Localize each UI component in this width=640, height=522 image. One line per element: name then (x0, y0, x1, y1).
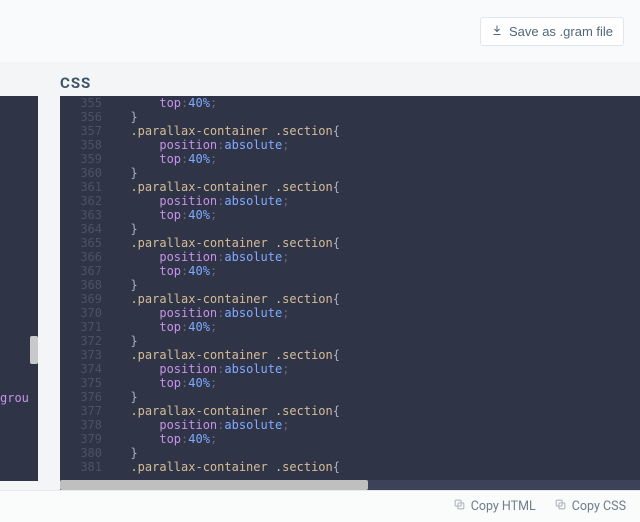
line-number: 370 (60, 306, 102, 320)
line-number: 356 (60, 110, 102, 124)
section-title-css: CSS (60, 74, 91, 92)
line-number: 375 (60, 376, 102, 390)
line-number: 368 (60, 278, 102, 292)
code-line: top:40%; (116, 376, 640, 390)
download-icon (491, 24, 503, 39)
line-number: 380 (60, 446, 102, 460)
left-panel-partial-text: grou (0, 391, 29, 405)
code-line: top:40%; (116, 320, 640, 334)
line-number: 369 (60, 292, 102, 306)
code-line: position:absolute; (116, 250, 640, 264)
code-line: top:40%; (116, 264, 640, 278)
code-line: } (116, 166, 640, 180)
copy-html-button[interactable]: Copy HTML (453, 498, 536, 515)
copy-css-label: Copy CSS (572, 499, 626, 514)
line-number: 362 (60, 194, 102, 208)
copy-html-label: Copy HTML (471, 499, 536, 514)
left-panel-scrollbar-thumb[interactable] (30, 336, 38, 364)
line-number: 358 (60, 138, 102, 152)
line-number: 373 (60, 348, 102, 362)
code-line: } (116, 446, 640, 460)
line-number: 355 (60, 96, 102, 110)
code-line: .parallax-container .section{ (116, 460, 640, 474)
line-number: 372 (60, 334, 102, 348)
code-line: .parallax-container .section{ (116, 124, 640, 138)
code-line: top:40%; (116, 152, 640, 166)
code-line: .parallax-container .section{ (116, 292, 640, 306)
code-line: top:40%; (116, 432, 640, 446)
code-line: top:40%; (116, 208, 640, 222)
code-line: .parallax-container .section{ (116, 236, 640, 250)
copy-icon (453, 498, 466, 515)
h-scroll-thumb[interactable] (60, 480, 368, 490)
top-toolbar: Save as .gram file (0, 0, 640, 62)
save-gram-button[interactable]: Save as .gram file (480, 17, 624, 46)
line-number: 363 (60, 208, 102, 222)
code-line: position:absolute; (116, 306, 640, 320)
code-line: top:40%; (116, 96, 640, 110)
line-number: 364 (60, 222, 102, 236)
css-code-editor[interactable]: 3553563573583593603613623633643653663673… (60, 96, 640, 490)
code-line: position:absolute; (116, 362, 640, 376)
copy-css-button[interactable]: Copy CSS (554, 498, 626, 515)
code-line: position:absolute; (116, 418, 640, 432)
line-number: 377 (60, 404, 102, 418)
line-number: 367 (60, 264, 102, 278)
line-number: 379 (60, 432, 102, 446)
line-number: 365 (60, 236, 102, 250)
line-number: 371 (60, 320, 102, 334)
save-gram-label: Save as .gram file (509, 24, 613, 39)
code-line: .parallax-container .section{ (116, 180, 640, 194)
code-line: } (116, 390, 640, 404)
line-number: 359 (60, 152, 102, 166)
code-line: .parallax-container .section{ (116, 404, 640, 418)
left-code-panel: grou (0, 96, 38, 481)
line-number: 381 (60, 460, 102, 474)
code-line: position:absolute; (116, 138, 640, 152)
line-number: 366 (60, 250, 102, 264)
h-scroll-track (60, 480, 640, 490)
code-line: } (116, 334, 640, 348)
line-number: 360 (60, 166, 102, 180)
line-number-gutter: 3553563573583593603613623633643653663673… (60, 96, 110, 490)
code-line: } (116, 110, 640, 124)
code-line: } (116, 278, 640, 292)
line-number: 361 (60, 180, 102, 194)
line-number: 357 (60, 124, 102, 138)
code-line: .parallax-container .section{ (116, 348, 640, 362)
code-lines[interactable]: top:40%; } .parallax-container .section{… (110, 96, 640, 474)
code-line: position:absolute; (116, 194, 640, 208)
line-number: 378 (60, 418, 102, 432)
bottom-toolbar: Copy HTML Copy CSS (0, 490, 640, 522)
line-number: 374 (60, 362, 102, 376)
code-line: } (116, 222, 640, 236)
line-number: 376 (60, 390, 102, 404)
copy-icon (554, 498, 567, 515)
